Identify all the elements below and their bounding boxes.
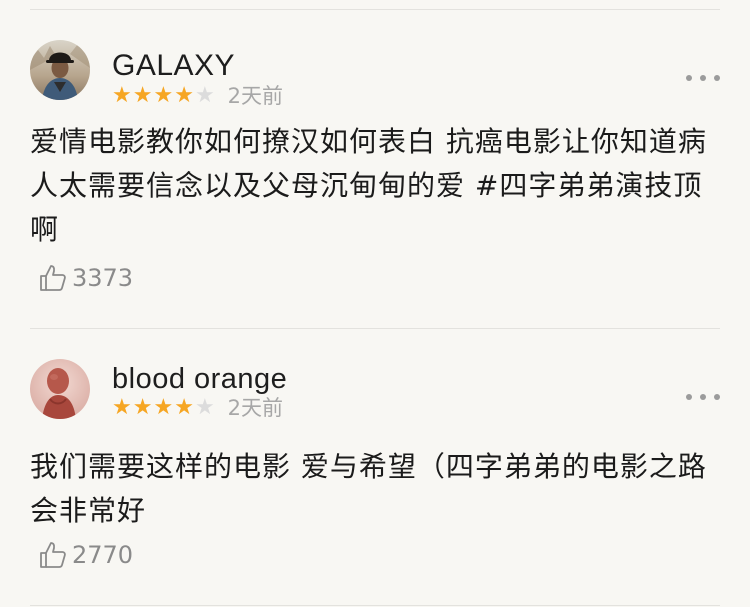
avatar[interactable] (30, 359, 90, 419)
comment-item: blood orange ★ ★ ★ ★ ★ 2天前 我们需要这样的电影 爱与希… (30, 329, 720, 605)
star-icon: ★ (132, 83, 153, 108)
more-dots-icon (700, 75, 706, 81)
star-icon: ★ (174, 395, 194, 420)
thumbs-up-icon (40, 542, 66, 568)
more-dots-icon (714, 75, 720, 81)
more-options-button[interactable] (686, 68, 720, 88)
star-rating: ★ ★ ★ ★ ★ (112, 85, 216, 107)
star-icon: ★ (194, 395, 215, 420)
username[interactable]: GALAXY (112, 49, 235, 83)
comment-item: GALAXY ★ ★ ★ ★ ★ 2天前 爱情电影教你如何撩汉如何表白 抗癌电影… (30, 10, 720, 328)
thumbs-up-icon (40, 265, 66, 291)
username[interactable]: blood orange (112, 362, 287, 396)
avatar[interactable] (30, 40, 90, 100)
timestamp: 2天前 (227, 84, 284, 108)
star-rating: ★ ★ ★ ★ ★ (112, 397, 216, 419)
star-icon: ★ (174, 83, 194, 108)
like-count: 3373 (72, 264, 134, 292)
star-icon: ★ (153, 395, 174, 420)
comment-text: 我们需要这样的电影 爱与希望（四字弟弟的电影之路会非常好 (30, 450, 707, 527)
more-dots-icon (686, 394, 692, 400)
like-count: 2770 (72, 541, 134, 569)
more-dots-icon (686, 75, 692, 81)
timestamp: 2天前 (227, 396, 284, 420)
avatar-image (30, 359, 90, 419)
star-icon: ★ (194, 83, 215, 108)
star-icon: ★ (112, 395, 132, 420)
more-dots-icon (714, 394, 720, 400)
star-icon: ★ (153, 83, 174, 108)
comment-text: 爱情电影教你如何撩汉如何表白 抗癌电影让你知道病人太需要信念以及父母沉甸甸的爱 … (30, 125, 707, 246)
bottom-divider (30, 605, 720, 606)
avatar-image (30, 40, 90, 100)
rating-row: ★ ★ ★ ★ ★ 2天前 (112, 83, 283, 109)
star-icon: ★ (132, 395, 153, 420)
star-icon: ★ (112, 83, 132, 108)
more-dots-icon (700, 394, 706, 400)
like-button[interactable]: 2770 (38, 540, 133, 570)
rating-row: ★ ★ ★ ★ ★ 2天前 (112, 395, 283, 421)
like-button[interactable]: 3373 (38, 263, 133, 293)
comment-list: GALAXY ★ ★ ★ ★ ★ 2天前 爱情电影教你如何撩汉如何表白 抗癌电影… (0, 9, 750, 607)
more-options-button[interactable] (686, 387, 720, 407)
